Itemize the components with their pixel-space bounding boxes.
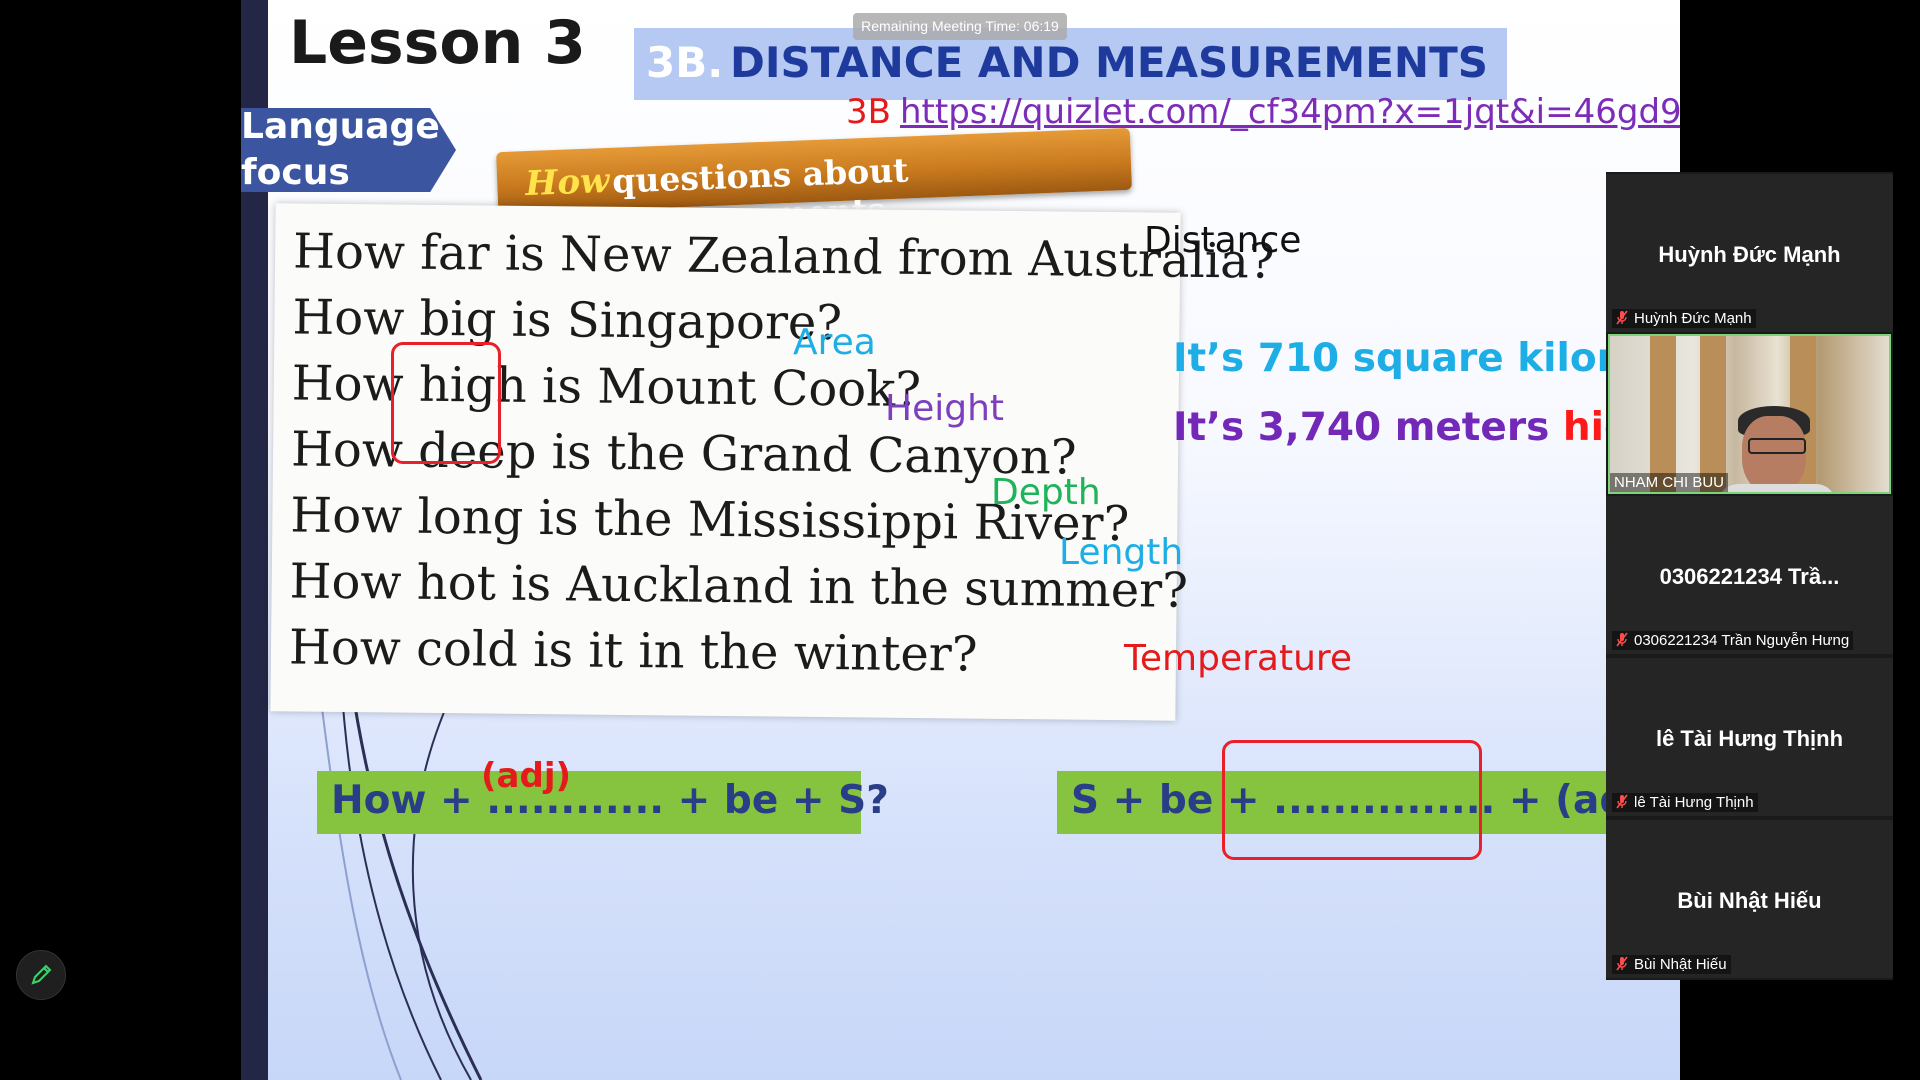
participant-display-name: Huỳnh Đức Mạnh [1658, 242, 1841, 267]
formula-left: How + ............ + be + S? [331, 778, 889, 823]
participant-video-tile[interactable]: NHAM CHI BUU [1608, 334, 1891, 494]
lesson-title: Lesson 3 [289, 8, 586, 78]
pen-icon [31, 964, 52, 985]
participant-tile[interactable]: Bùi Nhật Hiếu Bùi Nhật Hiếu [1606, 820, 1893, 978]
participant-video-face [1742, 416, 1806, 492]
remaining-time-indicator: Remaining Meeting Time: 06:19 [853, 13, 1067, 40]
highlight-box-blank [1222, 740, 1482, 860]
language-focus-line1: Language [241, 106, 440, 147]
participant-display-name: 0306221234 Trầ... [1659, 564, 1840, 589]
question-hot: How hot is Auckland in the summer? [289, 553, 1189, 619]
banner-how: How [524, 160, 611, 205]
participant-tag: lê Tài Hưng Thịnh [1612, 793, 1758, 812]
participant-tile[interactable]: lê Tài Hưng Thịnh lê Tài Hưng Thịnh [1606, 658, 1893, 816]
label-temperature: Temperature [1124, 638, 1353, 679]
question-high: How high is Mount Cook? [291, 355, 922, 419]
participant-tag: 0306221234 Trần Nguyễn Hưng [1612, 631, 1854, 650]
participant-tag-label: 0306221234 Trần Nguyễn Hưng [1634, 632, 1850, 649]
mic-muted-icon [1616, 956, 1628, 971]
background-plank [1650, 336, 1676, 492]
participant-tag: Bùi Nhật Hiếu [1612, 955, 1731, 974]
participant-tag-label: lê Tài Hưng Thịnh [1634, 794, 1754, 811]
participant-tag: Huỳnh Đức Mạnh [1612, 309, 1756, 328]
mic-muted-icon [1616, 310, 1628, 325]
mic-muted-icon [1616, 632, 1628, 647]
participant-tile[interactable]: Huỳnh Đức Mạnh Huỳnh Đức Mạnh [1606, 174, 1893, 332]
participant-video-body [1718, 484, 1836, 492]
quizlet-prefix: 3B [846, 92, 891, 132]
label-depth: Depth [991, 472, 1101, 513]
participant-display-name: lê Tài Hưng Thịnh [1655, 726, 1844, 751]
participant-display-name: Bùi Nhật Hiếu [1677, 888, 1822, 913]
participant-video-glasses [1748, 438, 1806, 454]
header-code: 3B. [646, 38, 724, 87]
presentation-slide: Lesson 3 3B. DISTANCE AND MEASUREMENTS 3… [241, 0, 1680, 1080]
label-length: Length [1059, 532, 1184, 573]
formula-adj-label: (adj) [481, 756, 572, 796]
participants-panel[interactable]: Huỳnh Đức Mạnh Huỳnh Đức Mạnh NHAM CHI B… [1606, 172, 1893, 980]
background-plank [1700, 336, 1726, 492]
decorative-swoosh [320, 679, 483, 1080]
language-focus-label: Language focus [241, 104, 441, 196]
header-title: DISTANCE AND MEASUREMENTS [730, 38, 1488, 87]
language-focus-line2: focus [241, 152, 350, 193]
answer-height-prefix: It’s 3,740 meters [1173, 405, 1563, 450]
mic-muted-icon [1616, 794, 1628, 809]
label-height: Height [885, 388, 1005, 429]
question-far: How far is New Zealand from Australia? [292, 223, 1275, 290]
participant-tile[interactable]: 0306221234 Trầ... 0306221234 Trần Nguyễn… [1606, 496, 1893, 654]
participant-tag-label: Bùi Nhật Hiếu [1634, 956, 1727, 973]
answer-area: It’s 710 square kilometers. [1173, 336, 1680, 381]
question-cold: How cold is it in the winter? [288, 619, 978, 683]
answer-height: It’s 3,740 meters high. [1173, 405, 1675, 450]
participant-tag: NHAM CHI BUU [1610, 473, 1729, 492]
annotate-pen-button[interactable] [16, 950, 66, 1000]
highlight-box-high [391, 342, 501, 464]
label-distance: Distance [1144, 220, 1302, 261]
label-area: Area [793, 322, 876, 363]
participant-tag-label: Huỳnh Đức Mạnh [1634, 310, 1752, 327]
question-big: How big is Singapore? [292, 289, 843, 352]
topic-banner: How questions about measurements [496, 120, 1132, 240]
